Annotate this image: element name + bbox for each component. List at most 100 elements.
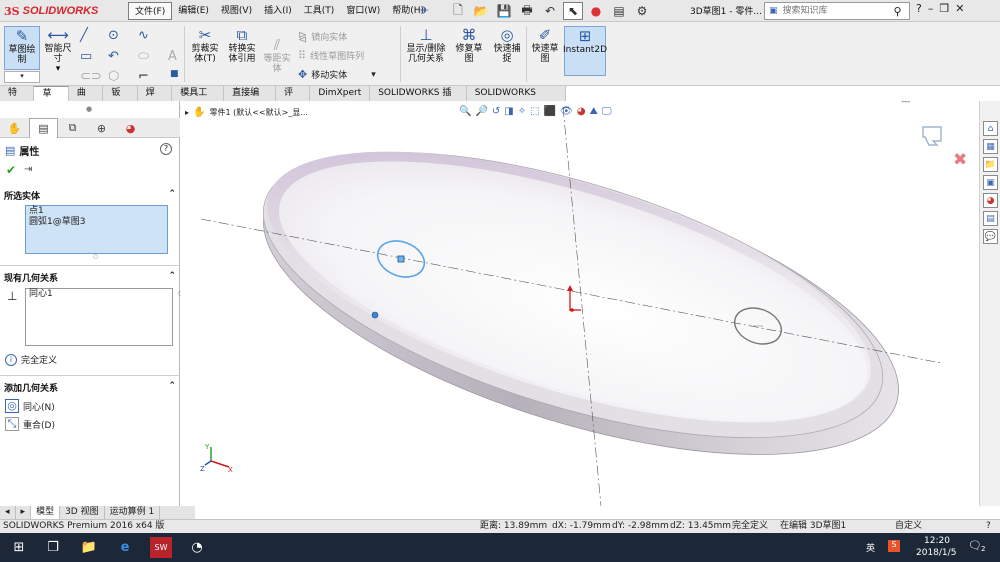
close-icon[interactable]: ✕	[955, 2, 964, 15]
text-icon[interactable]: A	[168, 49, 177, 64]
help-icon[interactable]: ?	[160, 143, 172, 155]
help-dropdown-icon[interactable]: ?	[916, 2, 922, 15]
status-help-icon[interactable]: ?	[986, 520, 991, 533]
undo-icon[interactable]: ↶	[540, 2, 560, 20]
search-knowledge-base[interactable]: ▣ ⚲	[764, 2, 910, 20]
collapse-icon[interactable]: ⌃	[168, 271, 176, 284]
edge-browser-icon[interactable]: e	[114, 537, 136, 558]
graphics-area[interactable]: Y X Z ✖ ▸ ✋ 零件1 (默认<<默认>_显... 🔍 🔎 ↺ ◨ ✧ …	[181, 101, 978, 506]
list-item[interactable]: 圆弧1@草图3	[26, 217, 167, 228]
mirror-entities-button[interactable]: ⧎ 镜向实体	[298, 30, 347, 43]
select-arrow-icon[interactable]: ⬉	[563, 2, 583, 20]
tab-direct-edit[interactable]: 直接编辑	[224, 86, 276, 112]
feature-manager-tab-icon[interactable]: ✋	[0, 118, 29, 138]
options-gear-icon[interactable]: ⚙	[632, 2, 652, 20]
flyout-tree[interactable]: ▸ ✋ 零件1 (默认<<默认>_显...	[185, 107, 308, 118]
restore-icon[interactable]: ❐	[939, 2, 949, 15]
linear-pattern-button[interactable]: ⠿ 线性草图阵列	[298, 49, 364, 62]
confirm-sketch-icon[interactable]	[922, 126, 942, 146]
repair-sketch-button[interactable]: ⌘ 修复草图	[452, 26, 486, 64]
point-icon[interactable]: ■	[170, 69, 179, 79]
sketch-dropdown[interactable]: ▾	[4, 71, 40, 83]
panel-grip[interactable]: ●	[86, 105, 92, 113]
tab-surfaces[interactable]: 曲面	[69, 86, 104, 112]
home-icon[interactable]: ⌂	[983, 121, 998, 136]
sketch-point[interactable]	[371, 311, 379, 319]
windows-start-icon[interactable]: ⊞	[8, 537, 30, 558]
open-folder-icon[interactable]: 📂	[471, 2, 491, 20]
view-palette-icon[interactable]: ▣	[983, 175, 998, 190]
forum-icon[interactable]: 💬	[983, 229, 998, 244]
tab-dimxpert[interactable]: DimXpert	[310, 86, 371, 101]
custom-properties-icon[interactable]: ▤	[983, 211, 998, 226]
expand-arrow-icon[interactable]: ▸	[185, 108, 189, 117]
file-explorer-taskbar-icon[interactable]: 📁	[78, 537, 100, 558]
app-taskbar-icon[interactable]: ◔	[186, 537, 208, 558]
model-canvas[interactable]: Y X Z ✖	[181, 101, 978, 506]
appearances-icon[interactable]: ◕	[983, 193, 998, 208]
sogou-icon[interactable]: S	[888, 540, 900, 552]
scroll-right-icon[interactable]: ▸	[16, 506, 32, 519]
tab-addins[interactable]: SOLIDWORKS 插件	[370, 86, 467, 112]
trim-entities-button[interactable]: ✂ 剪裁实体(T)	[188, 26, 222, 64]
search-icon[interactable]: ⚲	[894, 5, 902, 18]
tab-mbd[interactable]: SOLIDWORKS MBD	[467, 86, 566, 112]
search-input[interactable]	[780, 5, 891, 17]
polygon-icon[interactable]: ⬡	[108, 69, 119, 84]
rebuild-traffic-light-icon[interactable]: ●	[586, 2, 606, 20]
zoom-to-fit-icon[interactable]: 🔍	[459, 106, 471, 117]
list-item[interactable]: 同心1	[26, 289, 172, 300]
circle-icon[interactable]: ⊙	[108, 28, 119, 43]
ellipse-icon[interactable]: ⬭	[138, 49, 149, 64]
add-concentric-button[interactable]: ◎ 同心(N)	[5, 399, 55, 413]
tab-sheet-metal[interactable]: 钣金	[103, 86, 138, 112]
print-icon[interactable]: 🖶	[517, 2, 537, 20]
minimize-icon[interactable]: –	[919, 101, 924, 104]
selected-entities-header[interactable]: 所选实体 ⌃	[4, 189, 176, 202]
zoom-area-icon[interactable]: 🔎	[475, 106, 487, 117]
dimxpert-manager-tab-icon[interactable]: ⊕	[87, 118, 116, 138]
section-view-icon[interactable]: ◨	[504, 106, 513, 117]
selected-entities-list[interactable]: 点1 圆弧1@草图3	[25, 205, 168, 254]
list-item[interactable]: 点1	[26, 206, 167, 217]
menu-insert[interactable]: 插入(I)	[258, 2, 298, 20]
scroll-left-icon[interactable]: ◂	[0, 506, 16, 519]
line-icon[interactable]: ╱	[80, 28, 88, 43]
search-scope-icon[interactable]: ▣	[769, 6, 778, 16]
offset-entities-button[interactable]: ⫽ 等距实体	[262, 36, 292, 74]
menu-view[interactable]: 视图(V)	[215, 2, 258, 20]
rectangle-icon[interactable]: ▭	[80, 49, 92, 64]
add-coincident-button[interactable]: ⤡ 重合(D)	[5, 417, 55, 431]
spline-icon[interactable]: ∿	[138, 28, 149, 43]
menu-window[interactable]: 窗口(W)	[340, 2, 386, 20]
collapse-icon[interactable]: ⌃	[168, 381, 176, 394]
list-resize-handle[interactable]: ○	[93, 253, 98, 260]
pin-icon[interactable]: ✈	[420, 4, 429, 17]
tile-icon[interactable]: ◫	[901, 101, 910, 104]
quick-snaps-button[interactable]: ◎ 快速捕捉	[490, 26, 524, 64]
dynamic-annotation-icon[interactable]: ✧	[518, 106, 526, 117]
ok-check-icon[interactable]: ✔	[6, 163, 16, 177]
property-manager-tab-icon[interactable]: ▤	[29, 118, 58, 138]
smart-dimension-button[interactable]: ⟷ 智能尺寸 ▾	[42, 26, 74, 74]
tab-evaluate[interactable]: 评估	[276, 86, 311, 112]
clock-time[interactable]: 12:20	[924, 536, 950, 546]
arc-center-point[interactable]	[397, 255, 405, 263]
ime-indicator[interactable]: 英	[866, 541, 875, 554]
menu-tools[interactable]: 工具(T)	[298, 2, 341, 20]
pushpin-icon[interactable]: ⇥	[24, 164, 32, 175]
edit-appearance-icon[interactable]: ◕	[577, 106, 586, 117]
existing-relations-list[interactable]: 同心1	[25, 288, 173, 346]
instant2d-button[interactable]: ⊞ Instant2D	[563, 26, 607, 76]
previous-view-icon[interactable]: ↺	[492, 106, 500, 117]
restore-icon[interactable]: ❐	[933, 101, 942, 104]
save-icon[interactable]: 💾	[494, 2, 514, 20]
view-orientation-icon[interactable]: ⬚	[530, 106, 539, 117]
tab-motion-study[interactable]: 运动算例 1	[105, 506, 161, 519]
tab-model[interactable]: 模型	[31, 506, 61, 519]
configuration-manager-tab-icon[interactable]: ⧉	[58, 118, 87, 138]
arc-icon[interactable]: ↶	[108, 49, 119, 64]
view-settings-icon[interactable]: 🖵	[602, 106, 612, 117]
design-library-icon[interactable]: ▦	[983, 139, 998, 154]
display-style-icon[interactable]: ⬛	[544, 106, 556, 117]
